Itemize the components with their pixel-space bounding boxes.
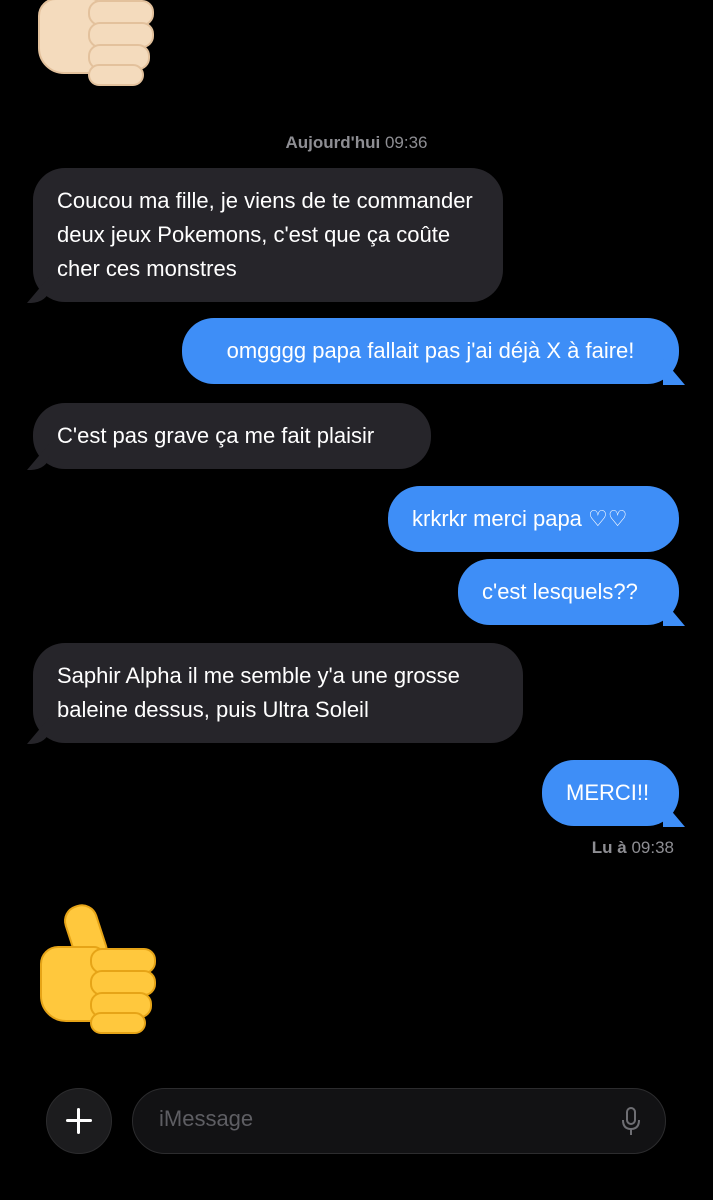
bubble-tail <box>663 359 685 385</box>
read-receipt-time: 09:38 <box>631 838 674 857</box>
message-text: MERCI!! <box>566 780 650 805</box>
read-receipt-label: Lu à <box>591 838 627 857</box>
message-text: Saphir Alpha il me semble y'a une grosse… <box>57 663 460 722</box>
microphone-icon[interactable] <box>621 1107 641 1137</box>
conversation-timestamp: Aujourd'hui 09:36 <box>0 133 713 153</box>
message-bubble-received[interactable]: Coucou ma fille, je viens de te commande… <box>27 168 503 303</box>
imessage-input[interactable]: iMessage <box>132 1088 666 1154</box>
imessage-placeholder: iMessage <box>159 1106 254 1131</box>
timestamp-day: Aujourd'hui <box>285 133 381 152</box>
bubble-tail <box>663 801 685 827</box>
thumbs-up-light-skin-icon <box>34 0 154 86</box>
message-text: c'est lesquels?? <box>482 579 638 604</box>
timestamp-time: 09:36 <box>384 133 428 152</box>
bubble-tail <box>663 600 685 626</box>
message-bubble-sent[interactable]: krkrkr merci papa ♡♡ <box>388 486 679 552</box>
plus-button[interactable] <box>46 1088 112 1154</box>
message-bubble-sent[interactable]: MERCI!! <box>542 760 685 827</box>
thumbs-up-icon <box>36 898 156 1034</box>
message-bubble-received[interactable]: C'est pas grave ça me fait plaisir <box>27 403 431 470</box>
read-receipt: Lu à 09:38 <box>592 838 674 858</box>
bubble-tail <box>27 444 49 470</box>
message-bubble-received[interactable]: Saphir Alpha il me semble y'a une grosse… <box>27 643 523 744</box>
message-bubble-sent[interactable]: c'est lesquels?? <box>458 559 685 626</box>
message-text: omgggg papa fallait pas j'ai déjà X à fa… <box>226 338 635 363</box>
message-text: krkrkr merci papa ♡♡ <box>412 506 628 531</box>
message-text: Coucou ma fille, je viens de te commande… <box>57 188 473 281</box>
bubble-tail <box>27 277 49 303</box>
message-text: C'est pas grave ça me fait plaisir <box>57 423 375 448</box>
bubble-tail <box>27 718 49 744</box>
message-bubble-sent[interactable]: omgggg papa fallait pas j'ai déjà X à fa… <box>182 318 685 385</box>
